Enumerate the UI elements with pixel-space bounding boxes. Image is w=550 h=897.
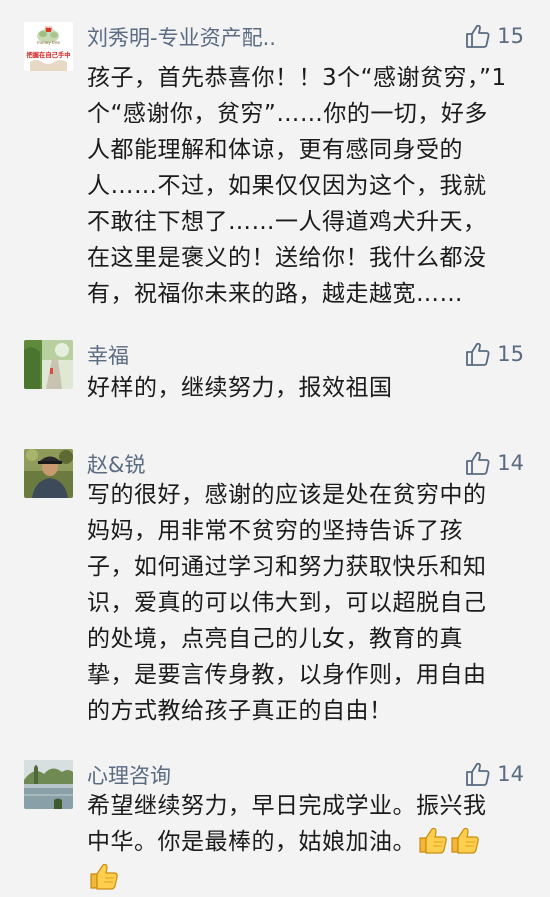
thumbs-up-icon bbox=[466, 342, 490, 366]
like-button[interactable]: 15 bbox=[465, 340, 524, 368]
comment-text: 希望继续努力，早日完成学业。振兴我中华。你是最棒的，姑娘加油。 bbox=[87, 788, 507, 896]
thumbs-up-emoji bbox=[451, 827, 479, 854]
thumbs-up-emoji bbox=[419, 827, 447, 854]
lake-scenery-avatar-icon bbox=[24, 760, 73, 809]
svg-text:银脉: 银脉 bbox=[45, 25, 53, 31]
like-count: 14 bbox=[497, 762, 524, 786]
garden-path-avatar-icon bbox=[24, 340, 73, 389]
like-count: 15 bbox=[497, 342, 524, 366]
like-count: 14 bbox=[497, 451, 524, 475]
comment-item: 赵&锐 14 写的很好，感谢的应该是处在贫穷中的妈妈，用非常不贫穷的坚持告诉了孩… bbox=[0, 449, 550, 724]
commenter-name[interactable]: 幸福 bbox=[87, 342, 129, 370]
avatar[interactable] bbox=[24, 760, 73, 809]
avatar[interactable]: money tree 银脉 把握在自己手中 bbox=[24, 22, 73, 71]
comment-item: money tree 银脉 把握在自己手中 刘秀明-专业资产配.. 15 孩子，… bbox=[0, 22, 550, 312]
like-button[interactable]: 14 bbox=[465, 760, 524, 788]
thumbs-up-icon bbox=[466, 451, 490, 475]
like-button[interactable]: 14 bbox=[465, 449, 524, 477]
avatar[interactable] bbox=[24, 449, 73, 498]
like-count: 15 bbox=[497, 24, 524, 48]
comment-item: 幸福 15 好样的，继续努力，报效祖国 bbox=[0, 340, 550, 410]
comment-text: 好样的，继续努力，报效祖国 bbox=[87, 375, 393, 401]
svg-text:money tree: money tree bbox=[37, 40, 61, 45]
avatar[interactable] bbox=[24, 340, 73, 389]
thumbs-up-icon bbox=[466, 24, 490, 48]
svg-text:把握在自己手中: 把握在自己手中 bbox=[26, 50, 70, 59]
thumbs-up-icon bbox=[466, 762, 490, 786]
commenter-name[interactable]: 心理咨询 bbox=[87, 762, 171, 790]
commenter-name[interactable]: 刘秀明-专业资产配.. bbox=[87, 24, 276, 52]
money-tree-avatar-icon: money tree 银脉 把握在自己手中 bbox=[24, 22, 73, 71]
thumbs-up-emoji bbox=[90, 863, 118, 890]
person-photo-avatar-icon bbox=[24, 449, 73, 498]
comment-text: 孩子，首先恭喜你！！3个“感谢贫穷，”1个“感谢你，贫穷”……你的一切，好多人都… bbox=[87, 65, 507, 307]
like-button[interactable]: 15 bbox=[465, 22, 524, 50]
commenter-name[interactable]: 赵&锐 bbox=[87, 451, 145, 479]
comment-text: 写的很好，感谢的应该是处在贫穷中的妈妈，用非常不贫穷的坚持告诉了孩子，如何通过学… bbox=[87, 482, 487, 724]
comment-item: 心理咨询 14 希望继续努力，早日完成学业。振兴我中华。你是最棒的，姑娘加油。 bbox=[0, 760, 550, 897]
comment-list: money tree 银脉 把握在自己手中 刘秀明-专业资产配.. 15 孩子，… bbox=[0, 0, 550, 897]
